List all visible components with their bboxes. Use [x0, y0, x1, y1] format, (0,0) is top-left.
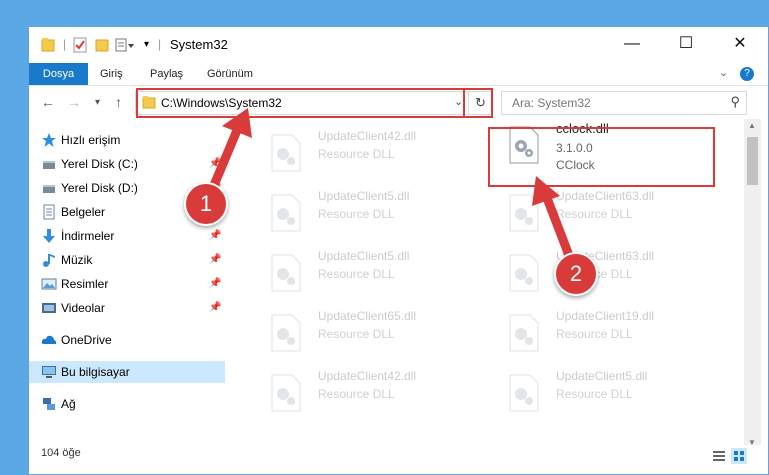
step-2-badge: 2 [554, 252, 598, 296]
annotation-layer [207, 108, 575, 263]
step-1-badge: 1 [184, 182, 228, 226]
arrow-1 [207, 123, 243, 195]
arrow-2 [542, 193, 575, 263]
